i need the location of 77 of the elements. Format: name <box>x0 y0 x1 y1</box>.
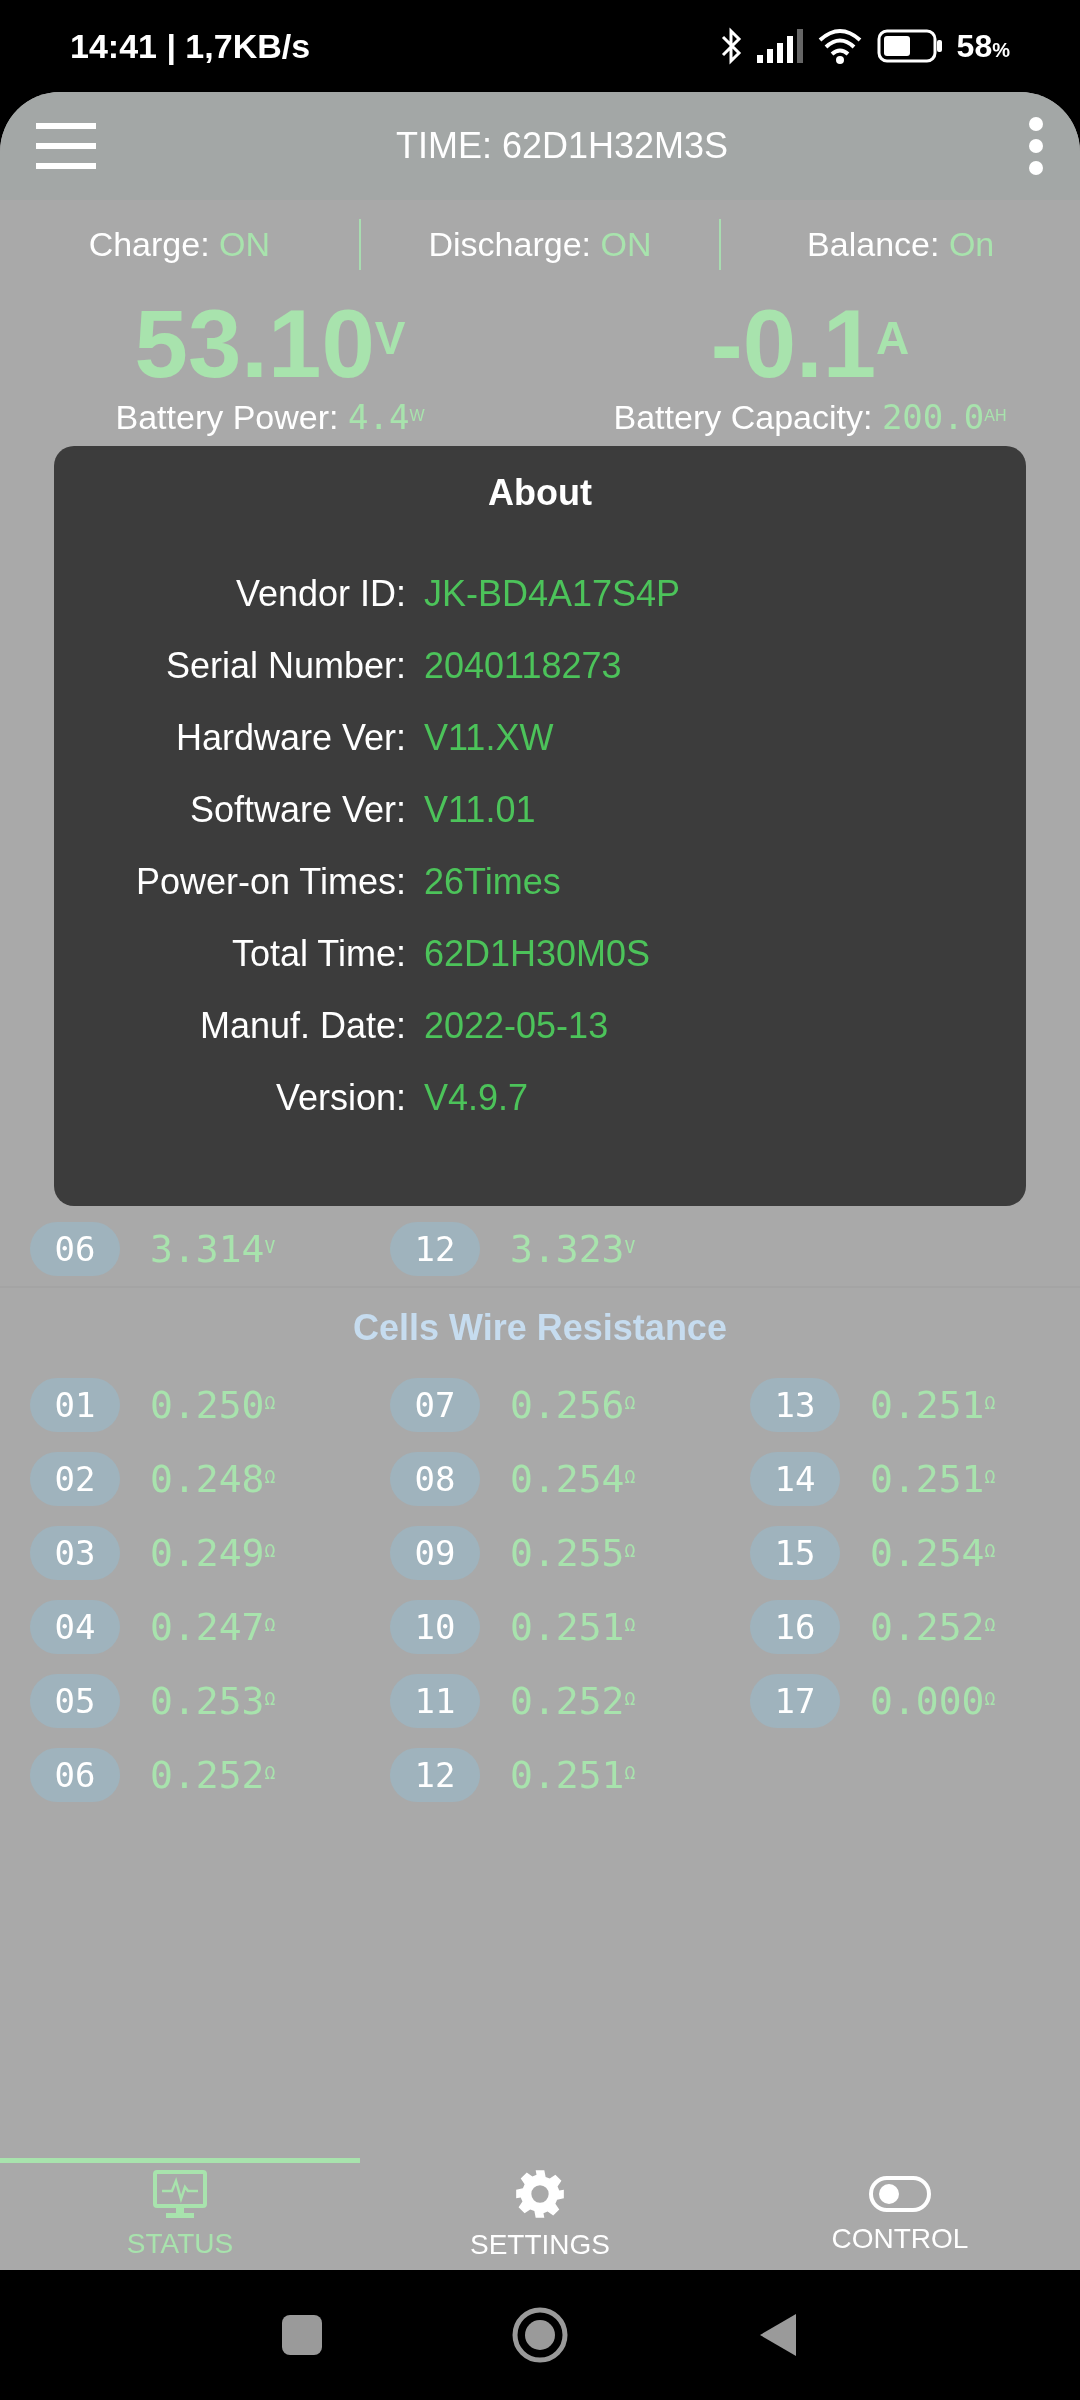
cell-value: 3.314$^{V}$ <box>150 1225 276 1273</box>
info-value: 2022-05-13 <box>424 1004 609 1048</box>
cell-value: 0.249$^{Ω}$ <box>150 1529 276 1577</box>
section-title: Cells Wire Resistance <box>353 1306 727 1350</box>
cell-value: 0.253$^{Ω}$ <box>150 1677 276 1725</box>
nav-tab[interactable]: CONTROL <box>720 2158 1080 2270</box>
cell-number: 06 <box>30 1222 120 1276</box>
info-label: Power-on Times: <box>134 860 406 904</box>
info-label: Serial Number: <box>164 644 406 688</box>
info-value: V11.XW <box>424 716 554 760</box>
info-label: Vendor ID: <box>234 572 406 616</box>
cell-number: 05 <box>30 1674 120 1728</box>
cell-value: 0.251$^{Ω}$ <box>870 1381 996 1429</box>
cell-value: 0.256$^{Ω}$ <box>510 1381 636 1429</box>
toggle-icon <box>869 2173 931 2214</box>
header-title: TIME: 62D1H32M3S <box>395 124 729 168</box>
cell-number: 07 <box>390 1378 480 1432</box>
cell-value: 0.251$^{Ω}$ <box>510 1603 636 1651</box>
switch-status: Balance: On <box>807 223 995 265</box>
info-value: V4.9.7 <box>424 1076 529 1120</box>
status-time: 14:41 | 1,7KB/s <box>70 25 311 67</box>
nav-tab[interactable]: SETTINGS <box>360 2158 720 2270</box>
info-value: JK-BD4A17S4P <box>424 572 681 616</box>
cell-value: 0.254$^{Ω}$ <box>870 1529 996 1577</box>
cell-value: 0.251$^{Ω}$ <box>510 1751 636 1799</box>
info-label: Manuf. Date: <box>198 1004 406 1048</box>
cell-value: 0.252$^{Ω}$ <box>150 1751 276 1799</box>
switch-status: Discharge: ON <box>428 223 652 265</box>
stat-reading: Battery Power: 4.4$^{W}$ <box>115 395 425 439</box>
info-value: 26Times <box>424 860 561 904</box>
home-icon[interactable] <box>512 2307 568 2363</box>
info-label: Hardware Ver: <box>174 716 406 760</box>
cell-number: 02 <box>30 1452 120 1506</box>
cell-value: 0.248$^{Ω}$ <box>150 1455 276 1503</box>
cell-number: 10 <box>390 1600 480 1654</box>
cell-number: 12 <box>390 1222 480 1276</box>
info-value: 62D1H30M0S <box>424 932 651 976</box>
cell-number: 09 <box>390 1526 480 1580</box>
info-label: Version: <box>274 1076 406 1120</box>
battery-percent: 58% <box>956 27 1010 66</box>
cell-number: 16 <box>750 1600 840 1654</box>
settings-icon <box>514 2167 566 2220</box>
cell-value: 0.252$^{Ω}$ <box>870 1603 996 1651</box>
cell-number: 06 <box>30 1748 120 1802</box>
cell-value: 0.254$^{Ω}$ <box>510 1455 636 1503</box>
cell-value: 3.323$^{V}$ <box>510 1225 636 1273</box>
cell-number: 11 <box>390 1674 480 1728</box>
cell-value: 0.251$^{Ω}$ <box>870 1455 996 1503</box>
cell-number: 17 <box>750 1674 840 1728</box>
cell-number: 04 <box>30 1600 120 1654</box>
stat-reading: Battery Capacity: 200.0$^{AH}$ <box>613 395 1007 439</box>
signal-icon <box>756 29 803 63</box>
cell-value: 0.252$^{Ω}$ <box>510 1677 636 1725</box>
monitor-icon <box>152 2168 208 2219</box>
cell-number: 03 <box>30 1526 120 1580</box>
wifi-icon <box>816 28 863 64</box>
cell-value: 0.255$^{Ω}$ <box>510 1529 636 1577</box>
recents-icon[interactable] <box>282 2315 322 2355</box>
back-icon[interactable] <box>758 2312 798 2358</box>
cell-value: 0.000$^{Ω}$ <box>870 1677 996 1725</box>
cell-number: 08 <box>390 1452 480 1506</box>
cell-value: 0.247$^{Ω}$ <box>150 1603 276 1651</box>
big-reading: 53.10$^{V}$ <box>134 296 406 392</box>
cell-number: 01 <box>30 1378 120 1432</box>
cell-value: 0.250$^{Ω}$ <box>150 1381 276 1429</box>
cell-number: 15 <box>750 1526 840 1580</box>
battery-icon <box>876 29 943 63</box>
info-label: Total Time: <box>230 932 406 976</box>
info-value: V11.01 <box>424 788 536 832</box>
cell-number: 14 <box>750 1452 840 1506</box>
info-value: 2040118273 <box>424 644 622 688</box>
cell-number: 12 <box>390 1748 480 1802</box>
dialog-title: About <box>488 471 592 515</box>
big-reading: -0.1$^{A}$ <box>710 296 910 392</box>
cell-number: 13 <box>750 1378 840 1432</box>
info-label: Software Ver: <box>188 788 406 832</box>
switch-status: Charge: ON <box>88 223 271 265</box>
